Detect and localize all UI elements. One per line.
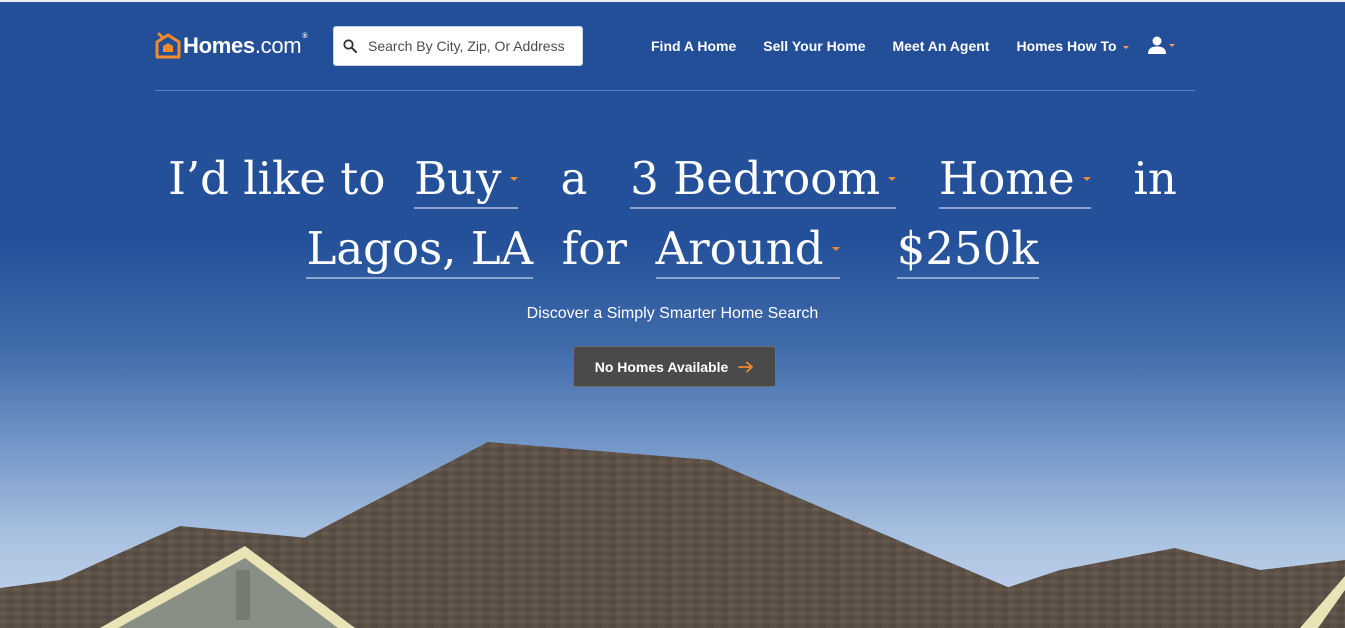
chevron-down-icon: [1122, 45, 1129, 49]
hero-sentence-line-1: I’d like to Buy a 3 Bedroom Home in: [0, 152, 1345, 209]
search-icon: [343, 39, 357, 53]
cta-label: No Homes Available: [594, 358, 729, 375]
bedrooms-dropdown-value: 3 Bedroom: [630, 152, 881, 205]
chevron-down-icon: [888, 176, 897, 181]
nav-find-a-home[interactable]: Find A Home: [651, 38, 736, 54]
hero-connector-for: for: [561, 222, 628, 275]
house-roof-illustration: [0, 442, 1345, 628]
logo-wordmark: Homes.com®: [183, 33, 307, 59]
nav-sell-your-home[interactable]: Sell Your Home: [763, 38, 865, 54]
action-dropdown[interactable]: Buy: [414, 152, 518, 209]
hero-connector-in: in: [1133, 152, 1177, 205]
nav-homes-how-to[interactable]: Homes How To: [1016, 38, 1129, 54]
logo-dotcom: .com: [254, 33, 302, 58]
arrow-right-icon: [738, 361, 754, 372]
nav-homes-how-to-label: Homes How To: [1016, 38, 1117, 54]
house-logo-icon: [155, 32, 181, 59]
chevron-down-icon: [1169, 43, 1175, 47]
hero-tagline: Discover a Simply Smarter Home Search: [526, 305, 819, 322]
property-type-dropdown[interactable]: Home: [938, 152, 1091, 209]
logo-trademark: ®: [302, 33, 308, 40]
hero-sentence-line-2: Lagos, LA for Around $250k: [0, 222, 1345, 279]
no-homes-available-button[interactable]: No Homes Available: [573, 346, 776, 387]
main-nav: Find A Home Sell Your Home Meet An Agent…: [651, 26, 1129, 66]
hero-connector-a: a: [560, 152, 588, 205]
logo-name: Homes: [183, 33, 255, 58]
search-input[interactable]: [368, 38, 578, 54]
price-qualifier-dropdown-value: Around: [655, 222, 824, 275]
action-dropdown-value: Buy: [414, 152, 502, 205]
search-box[interactable]: [333, 26, 583, 66]
hero-prefix: I’d like to: [168, 152, 386, 205]
site-header: Homes.com® Find A Home Sell Your Home Me…: [155, 26, 1195, 66]
user-menu[interactable]: [1147, 35, 1175, 55]
nav-meet-an-agent[interactable]: Meet An Agent: [892, 38, 989, 54]
price-qualifier-dropdown[interactable]: Around: [655, 222, 840, 279]
top-border: [0, 0, 1345, 2]
homes-logo[interactable]: Homes.com®: [155, 32, 307, 60]
chevron-down-icon: [1082, 176, 1091, 181]
chevron-down-icon: [831, 246, 840, 251]
header-divider: [155, 90, 1195, 91]
bedrooms-dropdown[interactable]: 3 Bedroom: [630, 152, 897, 209]
user-icon: [1148, 36, 1166, 54]
property-type-dropdown-value: Home: [938, 152, 1075, 205]
location-field[interactable]: Lagos, LA: [306, 222, 534, 279]
price-field[interactable]: $250k: [896, 222, 1039, 279]
chevron-down-icon: [509, 176, 518, 181]
